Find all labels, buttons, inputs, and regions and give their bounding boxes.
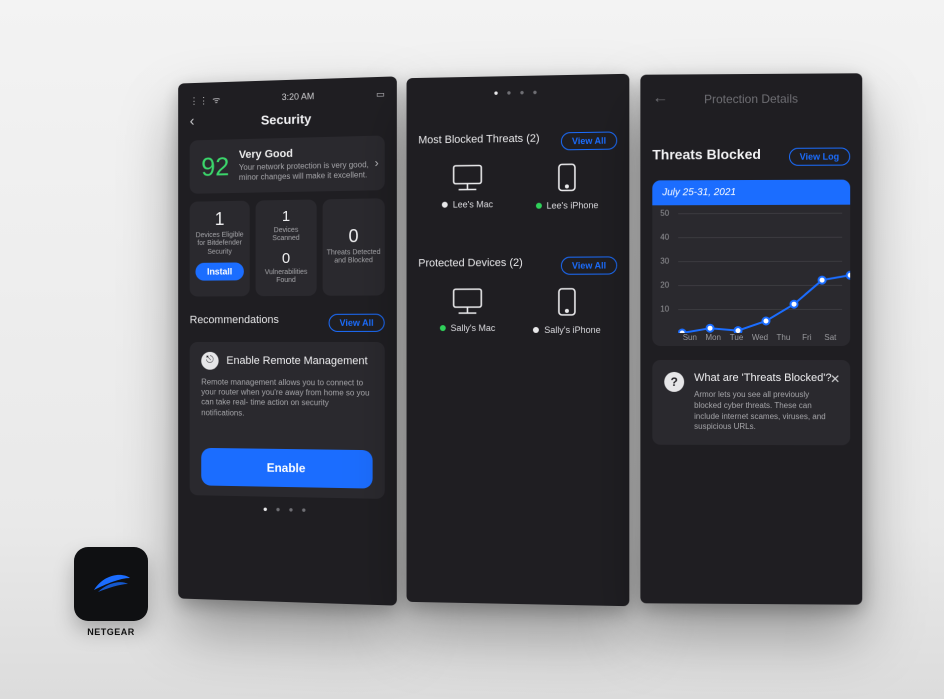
tile-value: 1 <box>259 208 312 226</box>
phone-icon <box>557 162 577 192</box>
status-dot <box>536 203 542 209</box>
score-value: 92 <box>201 153 229 179</box>
device-label: Lee's iPhone <box>547 200 599 211</box>
back-icon[interactable]: ← <box>652 90 668 108</box>
y-tick: 50 <box>660 209 669 218</box>
view-all-button[interactable]: View All <box>561 256 617 274</box>
tile-label: Devices Eligible for Bitdefender Securit… <box>194 232 246 258</box>
desktop-icon <box>451 287 485 315</box>
reco-body: Remote management allows you to connect … <box>201 377 372 420</box>
date-range: July 25-31, 2021 <box>652 180 850 206</box>
view-all-button[interactable]: View All <box>329 313 385 331</box>
enable-button[interactable]: Enable <box>201 448 372 489</box>
tile-label: Devices Scanned <box>259 227 312 244</box>
install-button[interactable]: Install <box>195 263 243 281</box>
reco-title: Enable Remote Management <box>226 354 367 366</box>
x-tick: Mon <box>702 333 725 342</box>
section-title: Recommendations <box>190 314 279 326</box>
question-icon: ? <box>664 372 684 392</box>
devices-screen: ● ● ● ● Most Blocked Threats (2) View Al… <box>407 74 630 606</box>
page-title: Protection Details <box>704 92 798 107</box>
device-lees-iphone[interactable]: Lee's iPhone <box>527 162 607 211</box>
device-label: Sally's iPhone <box>544 325 600 335</box>
brand-label: NETGEAR <box>74 627 148 637</box>
close-icon[interactable]: ✕ <box>830 372 840 386</box>
threats-chart: 1020304050 <box>660 213 842 333</box>
phone-icon <box>557 287 577 317</box>
y-tick: 40 <box>660 233 669 242</box>
router-icon: ⎋ <box>201 351 218 369</box>
x-tick: Wed <box>748 333 771 342</box>
y-tick: 20 <box>660 281 669 290</box>
x-tick: Thu <box>772 333 795 342</box>
y-tick: 30 <box>660 257 669 266</box>
nighthawk-icon <box>74 547 148 621</box>
tile-eligible-devices[interactable]: 1 Devices Eligible for Bitdefender Secur… <box>190 201 250 296</box>
x-tick: Sun <box>678 333 701 342</box>
threats-chart-card: July 25-31, 2021 10 20 30 40 50 SunMonTueWed… <box>652 180 850 346</box>
info-card: ? What are 'Threats Blocked'? Armor lets… <box>652 360 850 446</box>
page-dots: ● ● ● ● <box>190 503 385 516</box>
x-tick: Sat <box>819 333 843 342</box>
section-title: Most Blocked Threats (2) <box>418 133 539 147</box>
x-tick: Tue <box>725 333 748 342</box>
view-all-button[interactable]: View All <box>561 131 617 150</box>
swoosh-icon <box>88 560 134 606</box>
section-title: Protected Devices (2) <box>418 257 522 270</box>
tile-threats[interactable]: 0 Threats Detected and Blocked <box>323 198 385 295</box>
score-card[interactable]: 92 Very Good Your network protection is … <box>190 135 385 193</box>
back-icon[interactable]: ‹ <box>190 113 195 130</box>
y-tick: 10 <box>660 305 669 314</box>
device-label: Lee's Mac <box>453 199 493 209</box>
status-dot <box>533 327 539 333</box>
status-dot <box>442 202 448 208</box>
device-lees-mac[interactable]: Lee's Mac <box>428 163 507 212</box>
section-title: Threats Blocked <box>652 146 761 162</box>
score-sub: Your network protection is very good, mi… <box>239 160 373 183</box>
protection-details-screen: ← Protection Details Threats Blocked Vie… <box>640 73 862 604</box>
tile-value: 1 <box>194 209 246 231</box>
page-dots: ● ● ● ● <box>418 86 617 99</box>
score-headline: Very Good <box>239 146 373 161</box>
device-sallys-mac[interactable]: Sally's Mac <box>428 287 507 335</box>
x-tick: Fri <box>795 333 818 342</box>
recommendation-card: ⎋ Enable Remote Management Remote manage… <box>190 342 385 500</box>
signal-icon: ⋮⋮ ᯤ <box>190 93 222 107</box>
desktop-icon <box>451 163 485 191</box>
battery-icon: ▭ <box>376 88 385 99</box>
view-log-button[interactable]: View Log <box>789 148 851 166</box>
security-screen: ⋮⋮ ᯤ 3:20 AM ▭ ‹ Security 92 Very Good Y… <box>178 76 397 605</box>
page-title: Security <box>261 111 312 127</box>
clock: 3:20 AM <box>282 91 315 102</box>
chevron-right-icon: › <box>375 156 379 170</box>
tile-label: Vulnerabilities Found <box>259 269 312 286</box>
device-sallys-iphone[interactable]: Sally's iPhone <box>527 287 607 335</box>
info-body: Armor lets you see all previously blocke… <box>694 390 838 433</box>
device-label: Sally's Mac <box>451 323 496 333</box>
tile-label: Threats Detected and Blocked <box>327 249 381 266</box>
tile-value: 0 <box>259 249 312 267</box>
status-dot <box>440 325 446 331</box>
info-title: What are 'Threats Blocked'? <box>694 372 838 384</box>
tile-value: 0 <box>327 226 381 248</box>
tile-scanned-vuln[interactable]: 1 Devices Scanned 0 Vulnerabilities Foun… <box>256 199 317 295</box>
app-icon: NETGEAR <box>74 547 148 637</box>
